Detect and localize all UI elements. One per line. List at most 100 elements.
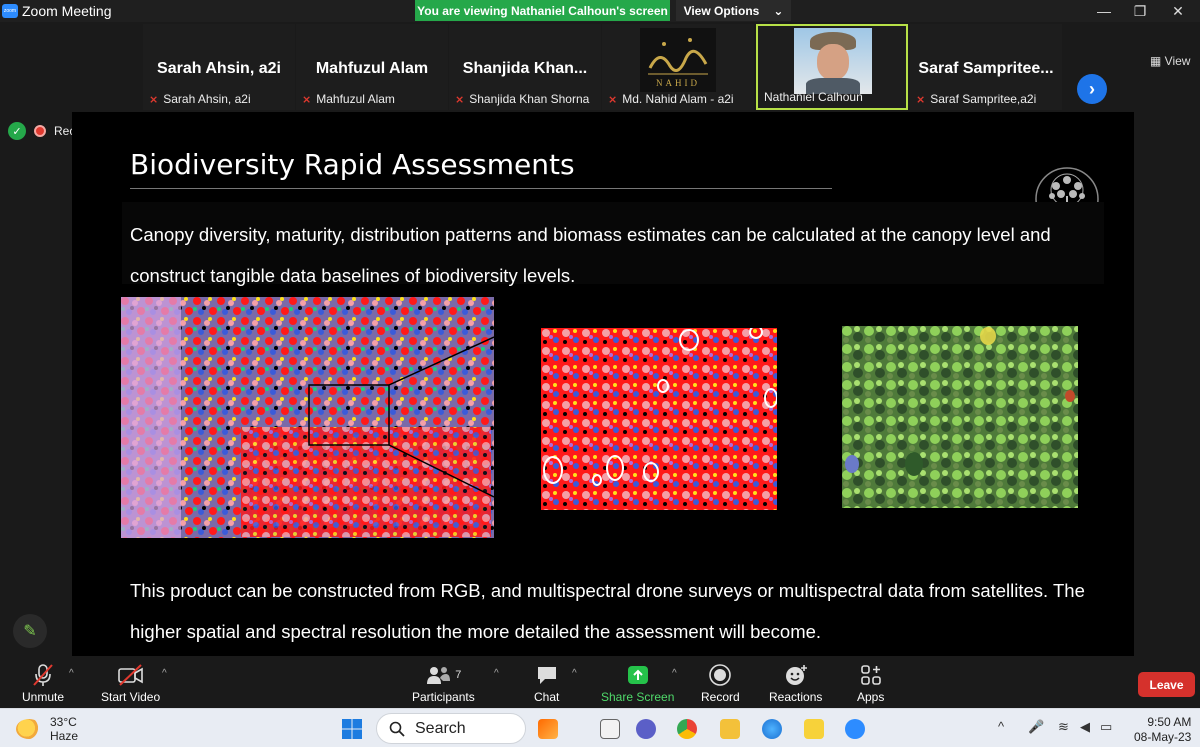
leave-button[interactable]: Leave xyxy=(1138,672,1195,697)
zoomed-classification-map xyxy=(541,328,777,510)
search-label: Search xyxy=(415,719,466,737)
view-button[interactable]: ▦ View xyxy=(1150,54,1190,68)
slide-paragraph-1: Canopy diversity, maturity, distribution… xyxy=(130,224,1051,286)
apps-button[interactable]: Apps xyxy=(857,662,884,704)
share-screen-icon xyxy=(627,666,648,684)
haze-sun-icon xyxy=(16,719,42,739)
search-icon xyxy=(389,721,405,737)
share-screen-button[interactable]: Share Screen xyxy=(601,662,674,704)
participant-tile[interactable]: Saraf Sampritee... ⨯ Saraf Sampritee,a2i xyxy=(910,24,1062,110)
apps-label: Apps xyxy=(857,690,885,704)
microphone-tray-icon[interactable]: 🎤 xyxy=(1028,719,1044,735)
screen-share-banner: You are viewing Nathaniel Calhoun's scre… xyxy=(415,0,670,21)
slide-title: Biodiversity Rapid Assessments xyxy=(130,148,575,181)
participant-tile-active-speaker[interactable]: Nathaniel Calhoun xyxy=(756,24,908,110)
slide-paragraph-2: This product can be constructed from RGB… xyxy=(130,580,1085,642)
zoom-app-icon: zoom xyxy=(2,4,18,18)
file-explorer-icon[interactable] xyxy=(720,719,740,739)
reactions-label: Reactions xyxy=(769,690,823,704)
task-view-icon[interactable] xyxy=(600,719,620,739)
view-options-label: View Options xyxy=(683,3,760,18)
start-video-label: Start Video xyxy=(101,690,161,704)
chevron-right-icon: › xyxy=(1089,78,1095,99)
muted-mic-icon: ⨯ xyxy=(149,93,159,106)
zoom-taskbar-icon[interactable] xyxy=(845,719,865,739)
participant-gallery: Sarah Ahsin, a2i ⨯ Sarah Ahsin, a2i Mahfu… xyxy=(0,22,1200,112)
logo-caption: NAHID xyxy=(656,78,700,88)
clock-time: 9:50 AM xyxy=(1147,715,1192,729)
record-button[interactable]: Record xyxy=(701,662,740,704)
participant-tile[interactable]: Shanjida Khan... ⨯ Shanjida Khan Shorna xyxy=(449,24,601,110)
unmute-label: Unmute xyxy=(22,690,65,704)
battery-icon[interactable]: ▭ xyxy=(1100,719,1112,735)
teams-chat-icon[interactable] xyxy=(636,719,656,739)
participant-name: Sarah Ahsin, a2i xyxy=(163,92,251,106)
reactions-button[interactable]: Reactions xyxy=(769,662,822,704)
view-label: View xyxy=(1164,54,1191,68)
share-screen-label: Share Screen xyxy=(601,690,675,704)
clock-date: 08-May-23 xyxy=(1134,730,1192,744)
shield-icon: ✓ xyxy=(8,122,26,140)
bridge-app-icon[interactable] xyxy=(538,719,558,739)
rgb-canopy-image xyxy=(842,326,1078,508)
temperature: 33°C xyxy=(50,715,77,729)
pencil-icon: ✎ xyxy=(23,623,37,640)
globe-app-icon[interactable] xyxy=(762,719,782,739)
muted-mic-icon: ⨯ xyxy=(302,93,312,106)
chevron-up-icon[interactable]: ^ xyxy=(998,719,1004,734)
participant-display-name: Saraf Sampritee... xyxy=(918,60,1054,77)
audio-options-caret[interactable]: ^ xyxy=(69,668,74,679)
chat-options-caret[interactable]: ^ xyxy=(572,668,577,679)
windows-start-icon[interactable] xyxy=(341,718,363,740)
view-options-button[interactable]: View Options ⌄ xyxy=(676,0,791,21)
weather-widget[interactable]: 33°C Haze xyxy=(16,715,78,743)
sticky-notes-icon[interactable] xyxy=(804,719,824,739)
video-off-icon xyxy=(117,664,143,686)
minimize-icon[interactable]: — xyxy=(1086,0,1122,22)
title-divider xyxy=(130,188,832,189)
participants-icon xyxy=(427,667,451,684)
start-video-button[interactable]: Start Video xyxy=(101,662,160,704)
participant-name: Saraf Sampritee,a2i xyxy=(930,92,1037,106)
participant-display-name: Shanjida Khan... xyxy=(462,60,588,77)
chrome-icon[interactable] xyxy=(677,719,697,739)
muted-mic-icon: ⨯ xyxy=(455,93,465,106)
participant-name: Md. Nahid Alam - a2i xyxy=(622,92,734,106)
shared-screen: Biodiversity Rapid Assessments Canopy di… xyxy=(72,112,1134,660)
volume-icon[interactable]: ◀ xyxy=(1080,719,1090,735)
video-options-caret[interactable]: ^ xyxy=(162,668,167,679)
share-options-caret[interactable]: ^ xyxy=(672,668,677,679)
participant-tile[interactable]: NAHID ⨯ Md. Nahid Alam - a2i xyxy=(602,24,754,110)
unmute-button[interactable]: Unmute xyxy=(22,662,64,704)
weather-condition: Haze xyxy=(50,729,79,743)
taskbar-search-box[interactable]: Search xyxy=(376,713,526,744)
record-icon xyxy=(709,664,732,686)
chat-label: Chat xyxy=(534,690,560,704)
participant-tile[interactable]: Sarah Ahsin, a2i ⨯ Sarah Ahsin, a2i xyxy=(143,24,295,110)
participant-display-name: Mahfuzul Alam xyxy=(315,60,429,77)
participants-button[interactable]: 7 Participants xyxy=(412,662,475,704)
muted-mic-icon: ⨯ xyxy=(916,93,926,106)
windows-taskbar: 33°C Haze Search ^ 🎤 ≋ ◀ ▭ 9:50 AM 08-May… xyxy=(0,708,1200,747)
close-icon[interactable]: ✕ xyxy=(1160,0,1196,22)
participants-label: Participants xyxy=(412,690,475,704)
muted-microphone-icon xyxy=(33,664,53,686)
reactions-smiley-icon xyxy=(785,665,807,685)
participant-tile[interactable]: Mahfuzul Alam ⨯ Mahfuzul Alam xyxy=(296,24,448,110)
chat-button[interactable]: Chat xyxy=(534,662,559,704)
chevron-down-icon: ⌄ xyxy=(773,3,784,18)
wifi-icon[interactable]: ≋ xyxy=(1058,719,1069,735)
nahid-logo: NAHID xyxy=(640,28,716,92)
participant-name: Mahfuzul Alam xyxy=(316,92,395,106)
next-page-button[interactable]: › xyxy=(1077,74,1107,104)
chat-icon xyxy=(537,667,556,684)
taskbar-clock[interactable]: 9:50 AM 08-May-23 xyxy=(1134,715,1191,745)
participants-count: 7 xyxy=(455,669,462,681)
muted-mic-icon: ⨯ xyxy=(608,93,618,106)
classified-canopy-map xyxy=(121,297,494,538)
restore-icon[interactable]: ❐ xyxy=(1122,0,1158,22)
participants-options-caret[interactable]: ^ xyxy=(494,668,499,679)
annotate-pencil-button[interactable]: ✎ xyxy=(13,614,47,648)
meeting-toolbar: Unmute ^ Start Video ^ 7 Participants ^ … xyxy=(0,656,1200,708)
apps-icon xyxy=(860,665,881,685)
